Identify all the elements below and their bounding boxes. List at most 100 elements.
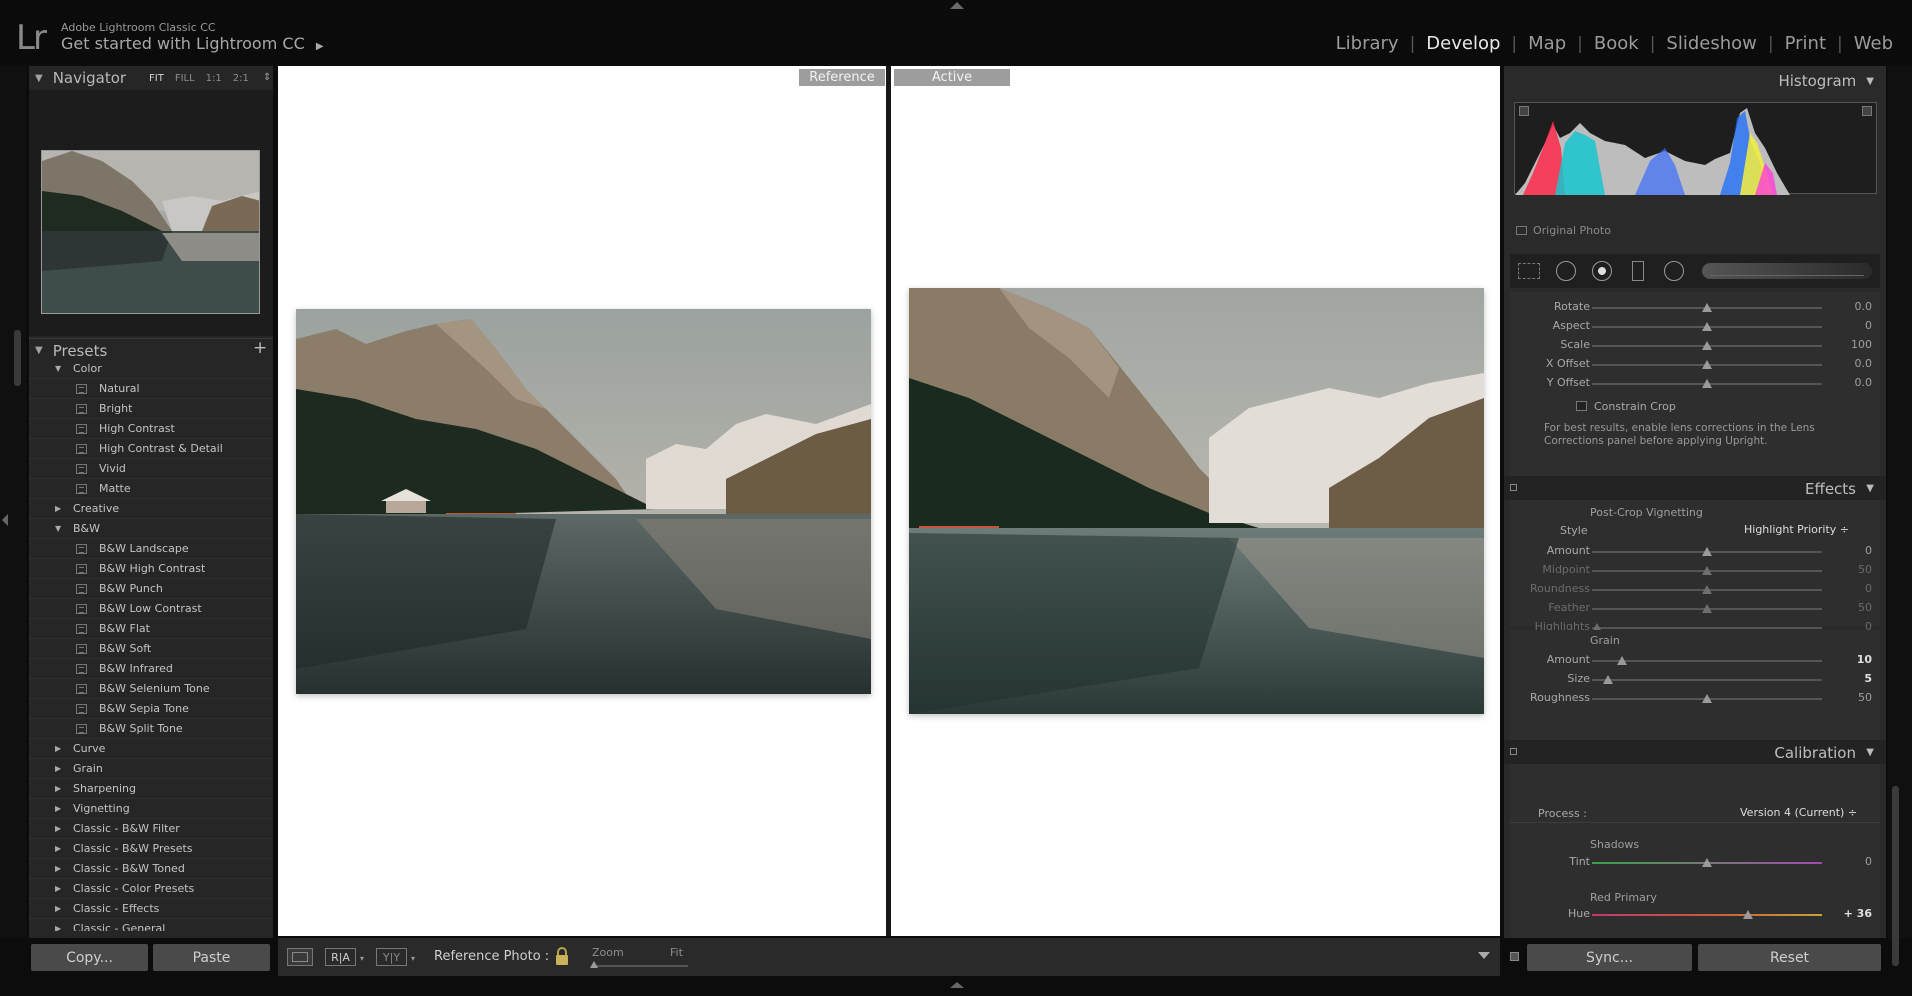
slider-knob[interactable] — [1702, 322, 1712, 331]
lock-icon[interactable] — [554, 946, 570, 966]
top-panel-toggle-icon[interactable] — [950, 2, 964, 9]
preset-folder[interactable]: ▶ Classic - General — [29, 919, 273, 931]
before-after-view-button[interactable]: Y|Y — [376, 948, 407, 966]
preset-folder[interactable]: ▶ Grain — [29, 759, 273, 779]
get-started-link[interactable]: Get started with Lightroom CC ▶ — [61, 34, 324, 53]
preset-folder[interactable]: ▶ Curve — [29, 739, 273, 759]
hue-slider-row[interactable]: Hue + 36 — [1504, 905, 1886, 924]
preset-item[interactable]: B&W Landscape — [29, 539, 273, 559]
left-panel-scrollbar[interactable] — [14, 330, 21, 386]
zoom-slider-knob[interactable] — [590, 961, 598, 968]
slider-value[interactable]: 5 — [1864, 672, 1872, 685]
panel-switch-icon[interactable] — [1510, 748, 1517, 755]
module-book[interactable]: Book — [1583, 33, 1650, 54]
preset-item[interactable]: Vivid — [29, 459, 273, 479]
preset-item[interactable]: Bright — [29, 399, 273, 419]
zoom-slider[interactable] — [590, 961, 688, 968]
style-dropdown[interactable]: Highlight Priority ÷ — [1744, 523, 1849, 536]
slider-knob[interactable] — [1702, 694, 1712, 703]
slider-row[interactable]: Amount 10 — [1504, 651, 1886, 670]
navigator-thumbnail[interactable] — [41, 150, 260, 314]
chevron-down-icon[interactable]: ▾ — [411, 954, 415, 963]
preset-item[interactable]: High Contrast & Detail — [29, 439, 273, 459]
crop-tool-icon[interactable] — [1518, 263, 1540, 279]
collapsed-triangle-icon[interactable]: ▶ — [55, 884, 65, 893]
collapsed-triangle-icon[interactable]: ▶ — [55, 744, 65, 753]
slider-row[interactable]: X Offset 0.0 — [1504, 355, 1886, 374]
preset-item[interactable]: B&W High Contrast — [29, 559, 273, 579]
slider-row[interactable]: Roughness 50 — [1504, 689, 1886, 708]
preset-item[interactable]: B&W Sepia Tone — [29, 699, 273, 719]
module-develop[interactable]: Develop — [1415, 33, 1511, 54]
collapsed-triangle-icon[interactable]: ▶ — [55, 844, 65, 853]
slider-row[interactable]: Scale 100 — [1504, 336, 1886, 355]
bottom-panel-toggle-icon[interactable] — [950, 982, 964, 988]
preset-folder[interactable]: ▶ Creative — [29, 499, 273, 519]
slider-knob[interactable] — [1702, 379, 1712, 388]
zoom-option-fit[interactable]: FIT — [149, 73, 164, 84]
toolbar-menu-icon[interactable] — [1478, 952, 1490, 959]
slider-value[interactable]: 0.0 — [1855, 300, 1873, 313]
paste-button[interactable]: Paste — [153, 944, 270, 971]
shadow-clipping-icon[interactable] — [1519, 106, 1529, 116]
preset-item[interactable]: B&W Soft — [29, 639, 273, 659]
preset-item[interactable]: B&W Infrared — [29, 659, 273, 679]
zoom-option-1-1[interactable]: 1:1 — [206, 73, 222, 84]
radial-filter-icon[interactable] — [1664, 261, 1684, 281]
zoom-option-2-1[interactable]: 2:1 — [233, 73, 249, 84]
slider-knob[interactable] — [1702, 585, 1712, 594]
slider-row[interactable]: Size 5 — [1504, 670, 1886, 689]
copy-button[interactable]: Copy... — [31, 944, 148, 971]
preset-item[interactable]: B&W Flat — [29, 619, 273, 639]
graduated-filter-icon[interactable] — [1632, 261, 1644, 281]
hue-knob[interactable] — [1743, 910, 1754, 919]
collapsed-triangle-icon[interactable]: ▶ — [55, 924, 65, 931]
preset-item[interactable]: High Contrast — [29, 419, 273, 439]
slider-track[interactable] — [1592, 679, 1822, 681]
tint-knob[interactable] — [1702, 858, 1712, 867]
slider-row[interactable]: Amount 0 — [1504, 542, 1886, 561]
slider-value[interactable]: 100 — [1851, 338, 1872, 351]
collapsed-triangle-icon[interactable]: ▶ — [55, 504, 65, 513]
slider-track[interactable] — [1592, 627, 1822, 629]
left-panel-toggle-icon[interactable] — [2, 514, 8, 526]
reference-photo[interactable] — [296, 309, 871, 694]
zoom-option-fill[interactable]: FILL — [175, 73, 195, 84]
slider-row[interactable]: Midpoint 50 — [1504, 561, 1886, 580]
slider-knob[interactable] — [1603, 675, 1614, 684]
collapsed-triangle-icon[interactable]: ▶ — [55, 784, 65, 793]
slider-value[interactable]: 0.0 — [1855, 376, 1873, 389]
original-photo-checkbox[interactable] — [1516, 226, 1527, 235]
slider-row[interactable]: Rotate 0.0 — [1504, 298, 1886, 317]
process-dropdown[interactable]: Version 4 (Current) ÷ — [1740, 806, 1857, 819]
expanded-triangle-icon[interactable]: ▼ — [55, 364, 65, 373]
preset-item[interactable]: B&W Selenium Tone — [29, 679, 273, 699]
histogram-header[interactable]: Histogram ▼ — [1504, 66, 1886, 96]
effects-header-bar[interactable]: Effects ▼ — [1504, 476, 1886, 500]
slider-value[interactable]: 0 — [1865, 319, 1872, 332]
collapsed-triangle-icon[interactable]: ▶ — [55, 904, 65, 913]
constrain-crop-checkbox[interactable] — [1576, 401, 1587, 411]
preset-item[interactable]: B&W Low Contrast — [29, 599, 273, 619]
slider-value[interactable]: 10 — [1857, 653, 1872, 666]
slider-knob[interactable] — [1616, 656, 1627, 665]
preset-folder[interactable]: ▶ Classic - B&W Toned — [29, 859, 273, 879]
collapsed-triangle-icon[interactable]: ▶ — [55, 824, 65, 833]
active-photo[interactable] — [909, 288, 1484, 714]
slider-row[interactable]: Roundness 0 — [1504, 580, 1886, 599]
compare-divider[interactable] — [886, 66, 891, 936]
preset-folder[interactable]: ▶ Classic - B&W Filter — [29, 819, 273, 839]
slider-value[interactable]: 0.0 — [1855, 357, 1873, 370]
expanded-triangle-icon[interactable]: ▼ — [55, 524, 65, 533]
preset-folder[interactable]: ▶ Sharpening — [29, 779, 273, 799]
collapsed-triangle-icon[interactable]: ▶ — [55, 804, 65, 813]
zoom-stepper-icon[interactable]: ⇕ — [263, 72, 271, 83]
slider-knob[interactable] — [1702, 360, 1712, 369]
preset-folder[interactable]: ▶ Classic - Color Presets — [29, 879, 273, 899]
module-slideshow[interactable]: Slideshow — [1655, 33, 1767, 54]
panel-switch-icon[interactable] — [1510, 944, 1519, 971]
preset-folder[interactable]: ▶ Classic - Effects — [29, 899, 273, 919]
slider-knob[interactable] — [1702, 604, 1712, 613]
preset-item[interactable]: Matte — [29, 479, 273, 499]
preset-item[interactable]: B&W Punch — [29, 579, 273, 599]
